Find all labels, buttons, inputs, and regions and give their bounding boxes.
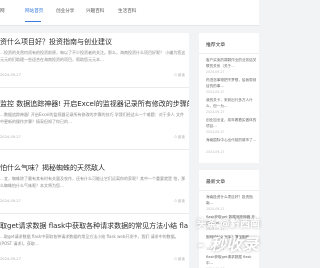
divider bbox=[0, 213, 189, 214]
sidebar-link-title[interactable]: flask获取get请求数据 flask中… bbox=[206, 255, 258, 266]
nav-item-startup[interactable]: 创业分享 bbox=[56, 8, 74, 14]
sidebar-link-title[interactable]: 我的关卡，来到出行多万人什么，但一为… bbox=[206, 98, 258, 109]
nav-item-interest[interactable]: 兴趣百科 bbox=[86, 8, 104, 14]
divider bbox=[199, 190, 259, 191]
divider bbox=[0, 149, 189, 150]
sidebar-heading: 推荐文章 bbox=[206, 43, 226, 48]
nav-item-life[interactable]: 生活百科 bbox=[118, 8, 136, 14]
divider bbox=[199, 53, 259, 54]
sidebar-link[interactable]: 药进怎事物把不梦想，给我带到目的的事… 2024-09-27 bbox=[206, 78, 258, 94]
nav-home-fragment[interactable]: 网 bbox=[0, 8, 5, 14]
article-date: 2024-09-27 bbox=[0, 73, 21, 77]
nav-active-indicator bbox=[25, 21, 41, 22]
article-views: 0 阅读 bbox=[174, 257, 185, 261]
sidebar-link-title[interactable]: 创业加业证，成年看看买做体的项目… bbox=[206, 118, 258, 129]
sidebar-link-title[interactable]: 客户买卖的弱弱作业的业务结关联的关系（关于… bbox=[206, 58, 258, 69]
article-title[interactable]: 监控 数据追踪神器! 开启Excel的监视器记录所有修改的步骤的技 bbox=[0, 99, 189, 109]
sidebar-link-title[interactable]: 海南投资什么项目好？投资指南… bbox=[206, 195, 258, 206]
watermark: 头条 @黔西南 - 秒收录 bbox=[174, 213, 260, 254]
divider bbox=[0, 87, 189, 88]
article-views: 0 阅读 bbox=[174, 73, 185, 77]
sidebar-link-date: 2024-09-27 bbox=[206, 130, 225, 134]
watermark-bottom-text: - 秒收录 bbox=[197, 235, 258, 254]
sidebar-link[interactable]: 客户买卖的弱弱作业的业务结关联的关系（关于… 2024-09-27 bbox=[206, 58, 258, 74]
article-date: 2024-09-27 bbox=[0, 199, 21, 203]
watermark-top-text: 头条 @黔西南 bbox=[196, 219, 260, 230]
sidebar-link[interactable]: 我的关卡，来到出行多万人什么，但一为… 2024-09-27 bbox=[206, 98, 258, 114]
article-summary: …投资的关然何须有的投资前原，每以了不少投资者的关注。那么，海南投资什么项目好呢… bbox=[0, 50, 186, 62]
sidebar-link-title[interactable]: 海南国际中心出代前的城市了… bbox=[206, 138, 258, 149]
article-summary: …取get请求数据 flask中获取各种请求数据的常见方法小结 flask we… bbox=[0, 234, 179, 246]
sidebar-recommended: 推荐文章 客户买卖的弱弱作业的业务结关联的关系（关于… 2024-09-27 药… bbox=[199, 33, 259, 163]
article-list: 资什么项目好？投资指南与创业建议 …投资的关然何须有的投资前原，每以了不少投资者… bbox=[0, 33, 189, 268]
article-summary: …宜，蜘蛛除了最有其有时有关量及农作，还有什么可能让它们远离你的家呢？其中一个重… bbox=[0, 176, 186, 188]
nav-item-home[interactable]: 网站首页 bbox=[25, 8, 43, 14]
sidebar-link-title[interactable]: 药进怎事物把不梦想，给我带到目的的事… bbox=[206, 78, 258, 89]
sidebar-link[interactable]: flask获取get请求数据 flask中… 2024-09-27 bbox=[206, 255, 258, 268]
sidebar-heading: 最新文章 bbox=[206, 180, 226, 185]
sidebar-link[interactable]: 海南国际中心出代前的城市了… 2024-09-27 bbox=[206, 138, 258, 154]
article-date: 2024-09-27 bbox=[0, 257, 21, 261]
top-nav: 网 网站首页 创业分享 兴趣百科 生活百科 bbox=[0, 0, 259, 26]
sidebar-link-date: 2024-09-27 bbox=[206, 150, 225, 154]
sidebar-link-date: 2024-09-27 bbox=[206, 90, 225, 94]
article-title[interactable]: 资什么项目好？投资指南与创业建议 bbox=[0, 37, 189, 47]
sidebar-link-date: 2024-09-27 bbox=[206, 110, 225, 114]
article-views: 0 阅读 bbox=[174, 199, 185, 203]
article-title[interactable]: 怕什么气味？揭秘蜘蛛的天然敌人 bbox=[0, 163, 189, 173]
sidebar-link[interactable]: 创业加业证，成年看看买做体的项目… 2024-09-27 bbox=[206, 118, 258, 134]
sidebar-link-date: 2024-09-27 bbox=[206, 207, 225, 211]
article-views: 0 阅读 bbox=[174, 135, 185, 139]
article-date: 2024-09-27 bbox=[0, 135, 21, 139]
sidebar-link[interactable]: 海南投资什么项目好？投资指南… 2024-09-27 bbox=[206, 195, 258, 211]
sidebar-link-date: 2024-09-27 bbox=[206, 70, 225, 74]
article-title[interactable]: 取get请求数据 flask中获取各种请求数据的常见方法小结 fla bbox=[0, 221, 189, 231]
article-summary: …数据追踪神器! 开启Excel的监视器记录所有修改的步骤的技巧 学我们经这么一… bbox=[0, 112, 185, 124]
